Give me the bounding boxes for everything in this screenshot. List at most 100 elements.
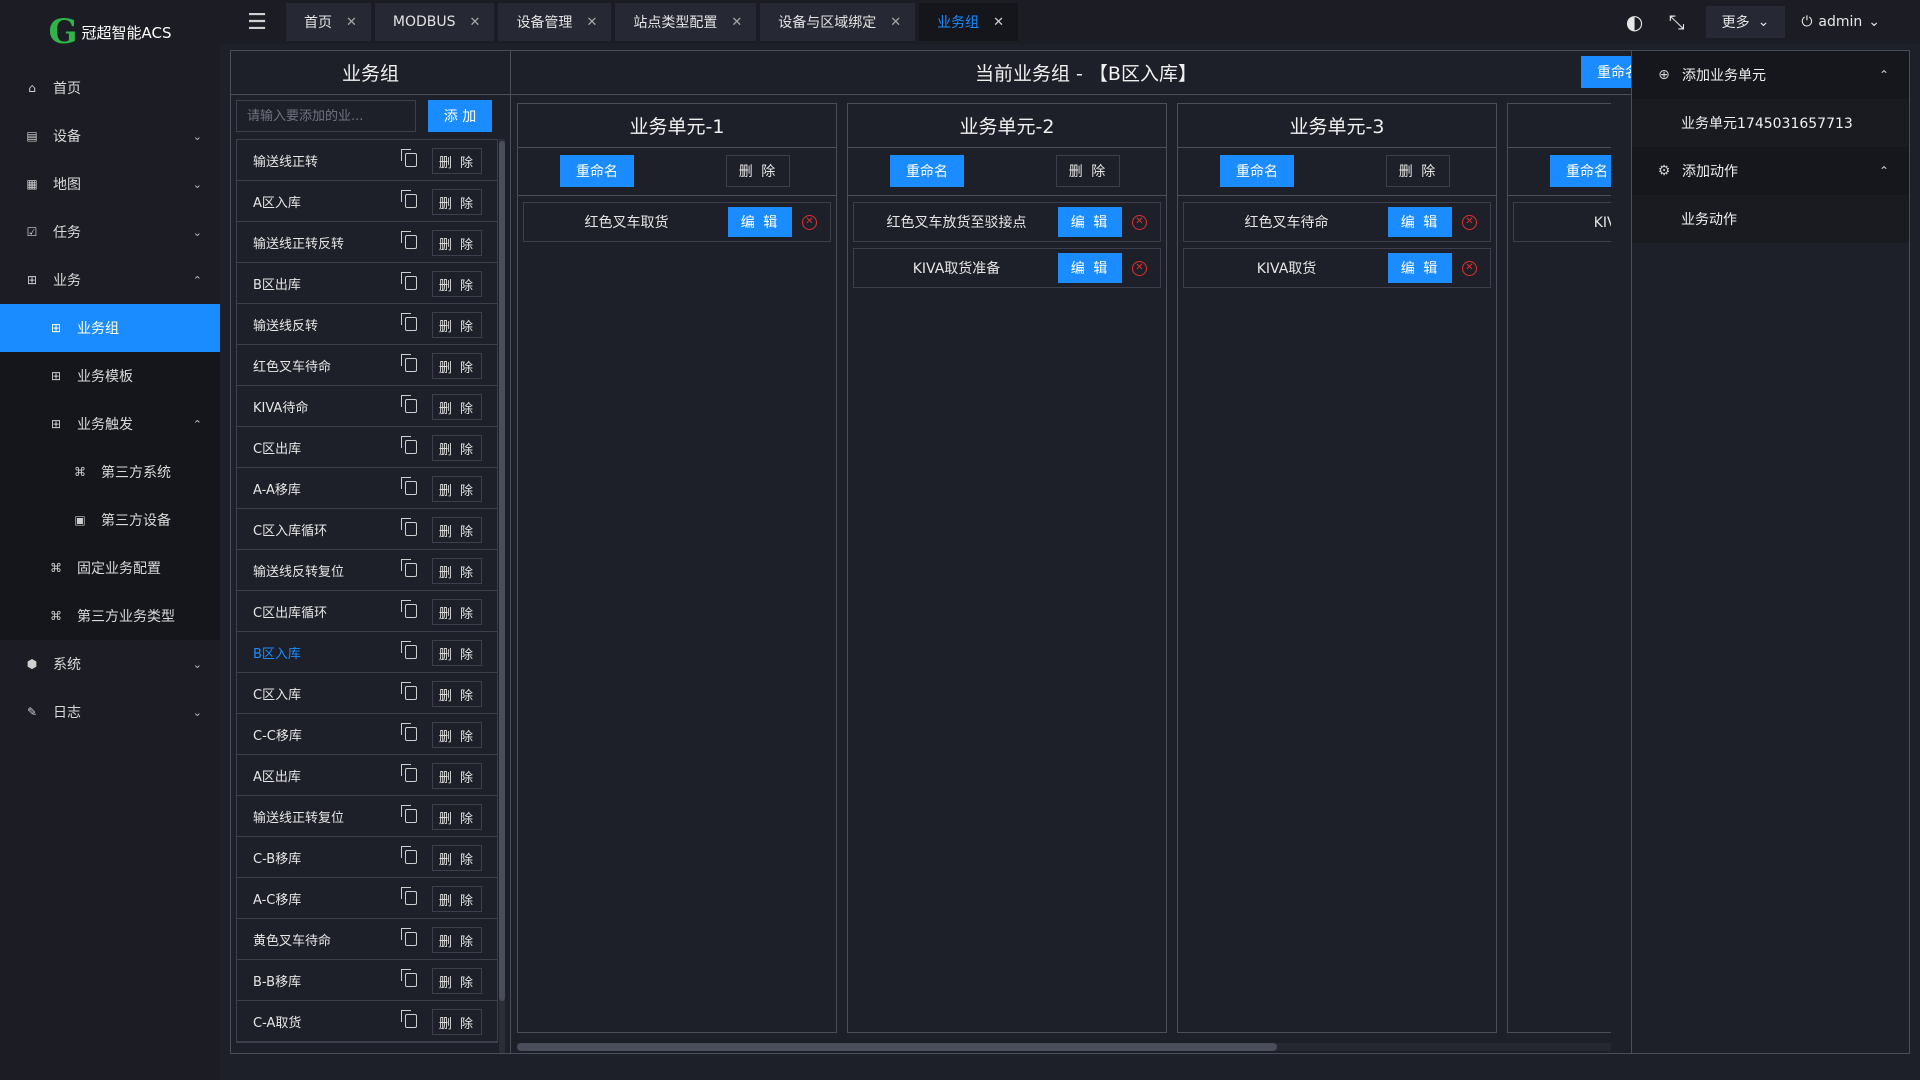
copy-icon[interactable] xyxy=(401,477,417,495)
add-unit-section-header[interactable]: ⊕ 添加业务单元 ⌃ xyxy=(1632,51,1909,99)
delete-unit-button[interactable]: 删 除 xyxy=(1386,155,1450,187)
rename-unit-button[interactable]: 重命名 xyxy=(560,155,634,187)
edit-action-button[interactable]: 编 辑 xyxy=(1058,207,1122,237)
action-item[interactable]: 业务动作 xyxy=(1632,195,1909,243)
tab-4[interactable]: 设备与区域绑定 ✕ xyxy=(760,3,916,41)
group-row[interactable]: 红色叉车待命 删 除 xyxy=(237,345,497,386)
units-scroll-thumb[interactable] xyxy=(517,1043,1277,1051)
copy-icon[interactable] xyxy=(401,395,417,413)
delete-group-button[interactable]: 删 除 xyxy=(432,558,482,584)
copy-icon[interactable] xyxy=(401,436,417,454)
group-row[interactable]: C-B移库 删 除 xyxy=(237,837,497,878)
collapse-menu-icon[interactable]: ☰ xyxy=(240,0,274,44)
delete-group-button[interactable]: 删 除 xyxy=(432,763,482,789)
rename-unit-button[interactable]: 重命名 xyxy=(1220,155,1294,187)
add-action-section-header[interactable]: ⚙ 添加动作 ⌃ xyxy=(1632,147,1909,195)
delete-group-button[interactable]: 删 除 xyxy=(432,271,482,297)
tab-5[interactable]: 业务组 ✕ xyxy=(919,3,1019,41)
delete-group-button[interactable]: 删 除 xyxy=(432,148,482,174)
copy-icon[interactable] xyxy=(401,518,417,536)
edit-action-button[interactable]: 编 辑 xyxy=(728,207,792,237)
group-row[interactable]: A-A移库 删 除 xyxy=(237,468,497,509)
delete-unit-button[interactable]: 删 除 xyxy=(726,155,790,187)
add-group-button[interactable]: 添 加 xyxy=(428,100,492,132)
delete-group-button[interactable]: 删 除 xyxy=(432,435,482,461)
delete-group-button[interactable]: 删 除 xyxy=(432,927,482,953)
remove-action-icon[interactable]: ✕ xyxy=(1462,261,1477,276)
delete-unit-button[interactable]: 删 除 xyxy=(1056,155,1120,187)
fullscreen-exit-icon[interactable]: ⤡ xyxy=(1664,9,1690,35)
delete-group-button[interactable]: 删 除 xyxy=(432,886,482,912)
copy-icon[interactable] xyxy=(401,1010,417,1028)
sidebar-item-9[interactable]: ▣ 第三方设备 xyxy=(0,496,220,544)
sidebar-item-13[interactable]: ✎ 日志 ⌄ xyxy=(0,688,220,736)
copy-icon[interactable] xyxy=(401,764,417,782)
group-list-scroll-thumb[interactable] xyxy=(499,141,505,1001)
sidebar-item-10[interactable]: ⌘ 固定业务配置 xyxy=(0,544,220,592)
copy-icon[interactable] xyxy=(401,682,417,700)
delete-group-button[interactable]: 删 除 xyxy=(432,1009,482,1035)
group-row[interactable]: 输送线正转 删 除 xyxy=(237,140,497,181)
rename-unit-button[interactable]: 重命名 xyxy=(890,155,964,187)
remove-action-icon[interactable]: ✕ xyxy=(1462,215,1477,230)
group-row[interactable]: 输送线正转反转 删 除 xyxy=(237,222,497,263)
user-menu[interactable]: ⏻ admin ⌄ xyxy=(1801,14,1880,30)
sidebar-item-6[interactable]: ⊞ 业务模板 xyxy=(0,352,220,400)
copy-icon[interactable] xyxy=(401,805,417,823)
group-row[interactable]: 输送线正转复位 删 除 xyxy=(237,796,497,837)
delete-group-button[interactable]: 删 除 xyxy=(432,599,482,625)
copy-icon[interactable] xyxy=(401,149,417,167)
delete-group-button[interactable]: 删 除 xyxy=(432,640,482,666)
sidebar-item-4[interactable]: ⊞ 业务 ⌃ xyxy=(0,256,220,304)
group-row[interactable]: B-B移库 删 除 xyxy=(237,960,497,1001)
delete-group-button[interactable]: 删 除 xyxy=(432,394,482,420)
group-row[interactable]: A区出库 删 除 xyxy=(237,755,497,796)
copy-icon[interactable] xyxy=(401,600,417,618)
tab-1[interactable]: MODBUS ✕ xyxy=(374,3,495,41)
group-row[interactable]: A-C移库 删 除 xyxy=(237,878,497,919)
sidebar-item-1[interactable]: ▤ 设备 ⌄ xyxy=(0,112,220,160)
sidebar-item-8[interactable]: ⌘ 第三方系统 xyxy=(0,448,220,496)
group-row[interactable]: B区入库 删 除 xyxy=(237,632,497,673)
delete-group-button[interactable]: 删 除 xyxy=(432,804,482,830)
sidebar-item-11[interactable]: ⌘ 第三方业务类型 xyxy=(0,592,220,640)
close-icon[interactable]: ✕ xyxy=(731,15,742,30)
delete-group-button[interactable]: 删 除 xyxy=(432,517,482,543)
copy-icon[interactable] xyxy=(401,231,417,249)
tab-3[interactable]: 站点类型配置 ✕ xyxy=(615,3,757,41)
copy-icon[interactable] xyxy=(401,272,417,290)
close-icon[interactable]: ✕ xyxy=(890,15,901,30)
close-icon[interactable]: ✕ xyxy=(470,15,481,30)
remove-action-icon[interactable]: ✕ xyxy=(802,215,817,230)
delete-group-button[interactable]: 删 除 xyxy=(432,189,482,215)
copy-icon[interactable] xyxy=(401,641,417,659)
group-list-scrollbar[interactable] xyxy=(499,139,505,1053)
copy-icon[interactable] xyxy=(401,190,417,208)
delete-group-button[interactable]: 删 除 xyxy=(432,312,482,338)
edit-action-button[interactable]: 编 辑 xyxy=(1388,253,1452,283)
group-row[interactable]: 输送线反转复位 删 除 xyxy=(237,550,497,591)
delete-group-button[interactable]: 删 除 xyxy=(432,845,482,871)
group-row[interactable]: B区出库 删 除 xyxy=(237,263,497,304)
group-row[interactable]: C-A取货 删 除 xyxy=(237,1001,497,1042)
copy-icon[interactable] xyxy=(401,969,417,987)
new-unit-item[interactable]: 业务单元1745031657713 xyxy=(1632,99,1909,147)
tab-0[interactable]: 首页 ✕ xyxy=(286,3,371,41)
copy-icon[interactable] xyxy=(401,313,417,331)
sidebar-item-3[interactable]: ☑ 任务 ⌄ xyxy=(0,208,220,256)
copy-icon[interactable] xyxy=(401,354,417,372)
delete-group-button[interactable]: 删 除 xyxy=(432,476,482,502)
group-row[interactable]: A区入库 删 除 xyxy=(237,181,497,222)
copy-icon[interactable] xyxy=(401,559,417,577)
delete-group-button[interactable]: 删 除 xyxy=(432,230,482,256)
units-horizontal-scrollbar[interactable] xyxy=(517,1043,1611,1051)
group-row[interactable]: C区出库 删 除 xyxy=(237,427,497,468)
delete-group-button[interactable]: 删 除 xyxy=(432,681,482,707)
group-row[interactable]: 输送线反转 删 除 xyxy=(237,304,497,345)
copy-icon[interactable] xyxy=(401,928,417,946)
close-icon[interactable]: ✕ xyxy=(586,15,597,30)
copy-icon[interactable] xyxy=(401,846,417,864)
close-icon[interactable]: ✕ xyxy=(346,15,357,30)
group-row[interactable]: C区入库循环 删 除 xyxy=(237,509,497,550)
theme-toggle-icon[interactable]: ◐ xyxy=(1622,9,1648,35)
